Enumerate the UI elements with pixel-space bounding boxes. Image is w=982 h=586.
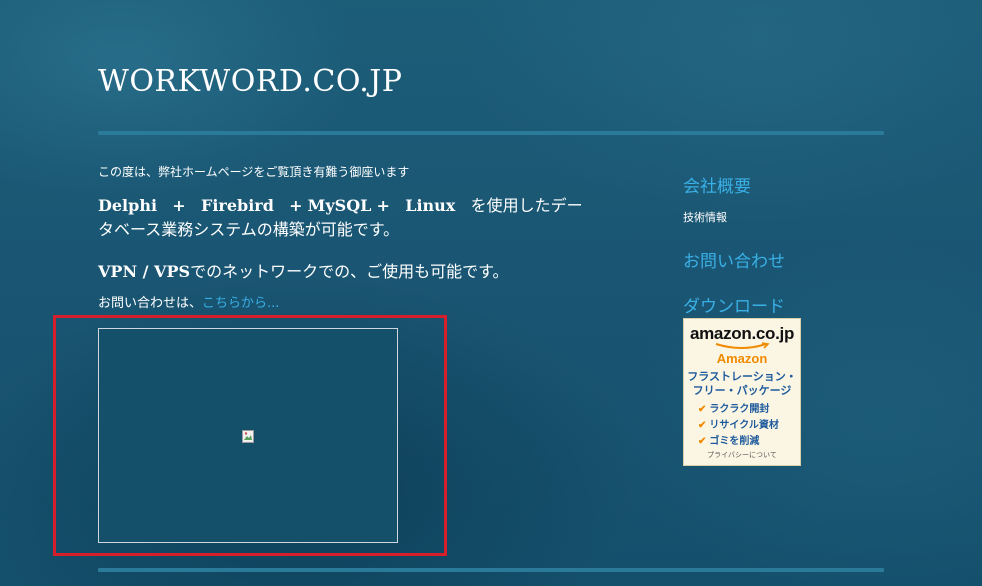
sidebar-sub-tech-info: 技術情報 xyxy=(683,211,727,224)
intro-text: この度は、弊社ホームページをご覧頂き有難う御座います xyxy=(98,165,410,179)
contact-text: お問い合わせは、こちらから... xyxy=(98,292,598,311)
site-title: WORKWORD.CO.JP xyxy=(98,64,403,99)
badge-brand: Amazon xyxy=(716,351,768,366)
amazon-logo: amazon.co.jp xyxy=(689,324,795,343)
vpn-vps-label: VPN / VPS xyxy=(98,262,191,281)
badge-privacy-link[interactable]: プライバシーについて xyxy=(684,450,800,460)
plus-sign: + xyxy=(289,196,303,215)
tech-stack-text: Delphi + Firebird + MySQL + Linux を使用したデ… xyxy=(98,194,588,242)
badge-feature-label: ゴミを削減 xyxy=(709,436,760,447)
badge-feature-list: ✔ ラクラク開封 ✔ リサイクル資材 ✔ ゴミを削減 xyxy=(698,402,800,450)
main-content: この度は、弊社ホームページをご覧頂き有難う御座います Delphi + Fire… xyxy=(98,160,598,311)
sidebar-link-download[interactable]: ダウンロード xyxy=(683,292,893,317)
header-divider xyxy=(98,131,884,135)
checkmark-icon: ✔ xyxy=(698,404,707,415)
highlight-box xyxy=(53,315,447,556)
badge-feature-label: リサイクル資材 xyxy=(709,420,779,431)
checkmark-icon: ✔ xyxy=(698,436,707,447)
sidebar-link-company[interactable]: 会社概要 xyxy=(683,172,893,197)
sidebar: 会社概要 技術情報 お問い合わせ ダウンロード xyxy=(683,172,893,317)
sidebar-link-inquiry[interactable]: お問い合わせ xyxy=(683,247,893,272)
plus-sign: + xyxy=(376,196,390,215)
vpn-text: VPN / VPSでのネットワークでの、ご使用も可能です。 xyxy=(98,258,598,282)
contact-prefix: お問い合わせは、 xyxy=(98,296,203,311)
tech-firebird: Firebird xyxy=(200,196,274,215)
tech-delphi: Delphi xyxy=(98,196,158,215)
tech-linux: Linux xyxy=(405,196,456,215)
badge-feature-item: ✔ リサイクル資材 xyxy=(698,418,800,434)
badge-feature-item: ✔ ゴミを削減 xyxy=(698,434,800,450)
badge-headline: フラストレーション・ フリー・パッケージ xyxy=(684,370,800,398)
checkmark-icon: ✔ xyxy=(698,420,707,431)
vpn-description: でのネットワークでの、ご使用も可能です。 xyxy=(190,262,509,281)
footer-divider xyxy=(98,568,884,572)
plus-sign: + xyxy=(172,196,186,215)
badge-feature-label: ラクラク開封 xyxy=(709,404,770,415)
contact-link[interactable]: こちらから... xyxy=(202,296,279,311)
tech-mysql: MySQL xyxy=(307,196,372,215)
badge-headline-line2: フリー・パッケージ xyxy=(692,385,792,397)
badge-feature-item: ✔ ラクラク開封 xyxy=(698,402,800,418)
amazon-frustration-free-badge[interactable]: amazon.co.jp Amazon フラストレーション・ フリー・パッケージ… xyxy=(683,318,801,466)
badge-headline-line1: フラストレーション・ xyxy=(687,371,797,383)
